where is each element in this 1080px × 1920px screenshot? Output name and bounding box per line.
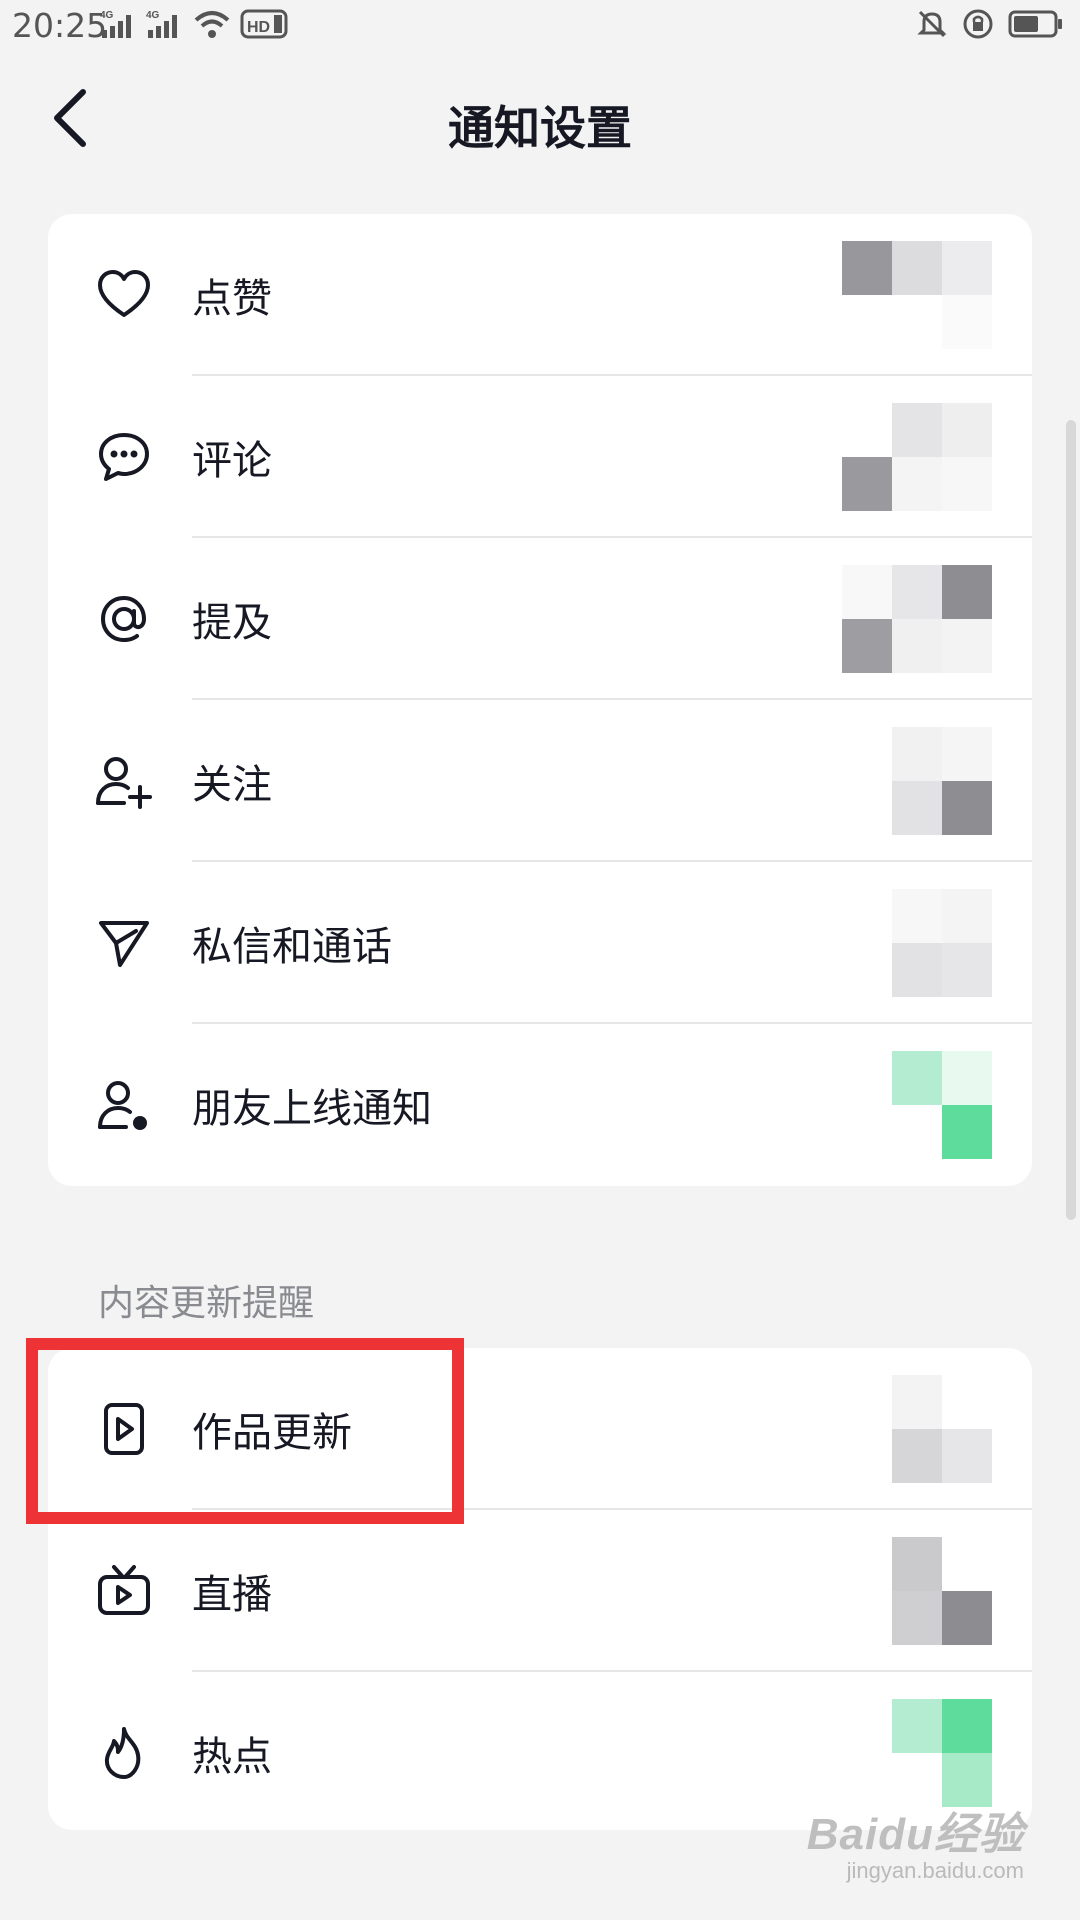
watermark: Baidu经验 jingyan.baidu.com — [807, 1798, 1024, 1884]
video-icon — [94, 1399, 154, 1459]
setting-row-follows[interactable]: 关注 — [48, 700, 1032, 862]
comment-icon — [94, 427, 154, 487]
flame-icon — [94, 1723, 154, 1783]
setting-row-messages-calls[interactable]: 私信和通话 — [48, 862, 1032, 1024]
status-time: 20:25 — [12, 6, 108, 45]
content-update-group: 作品更新 直播 热点 — [48, 1348, 1032, 1830]
setting-label: 评论 — [192, 438, 272, 484]
status-right-icons — [916, 6, 1064, 46]
setting-value-blurred — [842, 1537, 992, 1645]
setting-label: 热点 — [192, 1734, 272, 1780]
signal-icon: 4G — [146, 8, 184, 44]
svg-text:HD: HD — [247, 19, 270, 36]
setting-row-live[interactable]: 直播 — [48, 1510, 1032, 1672]
scrollbar[interactable] — [1066, 420, 1076, 1220]
setting-label: 点赞 — [192, 276, 272, 322]
user-online-icon — [94, 1075, 154, 1135]
mute-icon — [916, 8, 948, 44]
battery-icon — [1008, 9, 1064, 43]
at-icon — [94, 589, 154, 649]
setting-value-blurred — [842, 403, 992, 511]
setting-row-likes[interactable]: 点赞 — [48, 214, 1032, 376]
setting-value-blurred — [842, 1375, 992, 1483]
setting-label: 直播 — [192, 1572, 272, 1618]
signal-icon: 4G — [100, 8, 138, 44]
setting-row-friends-online[interactable]: 朋友上线通知 — [48, 1024, 1032, 1186]
setting-toggle-blurred[interactable] — [842, 1051, 992, 1159]
setting-label: 关注 — [192, 762, 272, 808]
rotation-lock-icon — [962, 8, 994, 44]
setting-value-blurred — [842, 727, 992, 835]
setting-label: 作品更新 — [192, 1410, 352, 1456]
setting-row-comments[interactable]: 评论 — [48, 376, 1032, 538]
status-left-icons: 4G 4G HD — [100, 6, 288, 46]
setting-label: 私信和通话 — [192, 924, 392, 970]
heart-icon — [94, 265, 154, 325]
setting-row-works-update[interactable]: 作品更新 — [48, 1348, 1032, 1510]
send-icon — [94, 913, 154, 973]
wifi-icon — [192, 8, 232, 44]
add-user-icon — [94, 751, 154, 811]
setting-label: 朋友上线通知 — [192, 1086, 432, 1132]
header: 通知设置 — [0, 60, 1080, 180]
setting-row-mentions[interactable]: 提及 — [48, 538, 1032, 700]
status-bar: 20:25 4G 4G HD — [0, 0, 1080, 56]
setting-value-blurred — [842, 889, 992, 997]
setting-value-blurred — [842, 241, 992, 349]
page-title: 通知设置 — [448, 101, 632, 155]
svg-text:4G: 4G — [146, 10, 160, 21]
setting-label: 提及 — [192, 600, 272, 646]
notification-settings-group: 点赞 评论 提及 关注 私信和通话 朋友上线通知 — [48, 214, 1032, 1186]
svg-text:4G: 4G — [100, 10, 114, 21]
section-title: 内容更新提醒 — [98, 1283, 315, 1324]
hd-icon: HD — [240, 7, 288, 45]
setting-toggle-blurred[interactable] — [842, 1699, 992, 1807]
tv-icon — [94, 1561, 154, 1621]
watermark-main: Baidu经验 — [806, 1810, 1024, 1859]
setting-value-blurred — [842, 565, 992, 673]
